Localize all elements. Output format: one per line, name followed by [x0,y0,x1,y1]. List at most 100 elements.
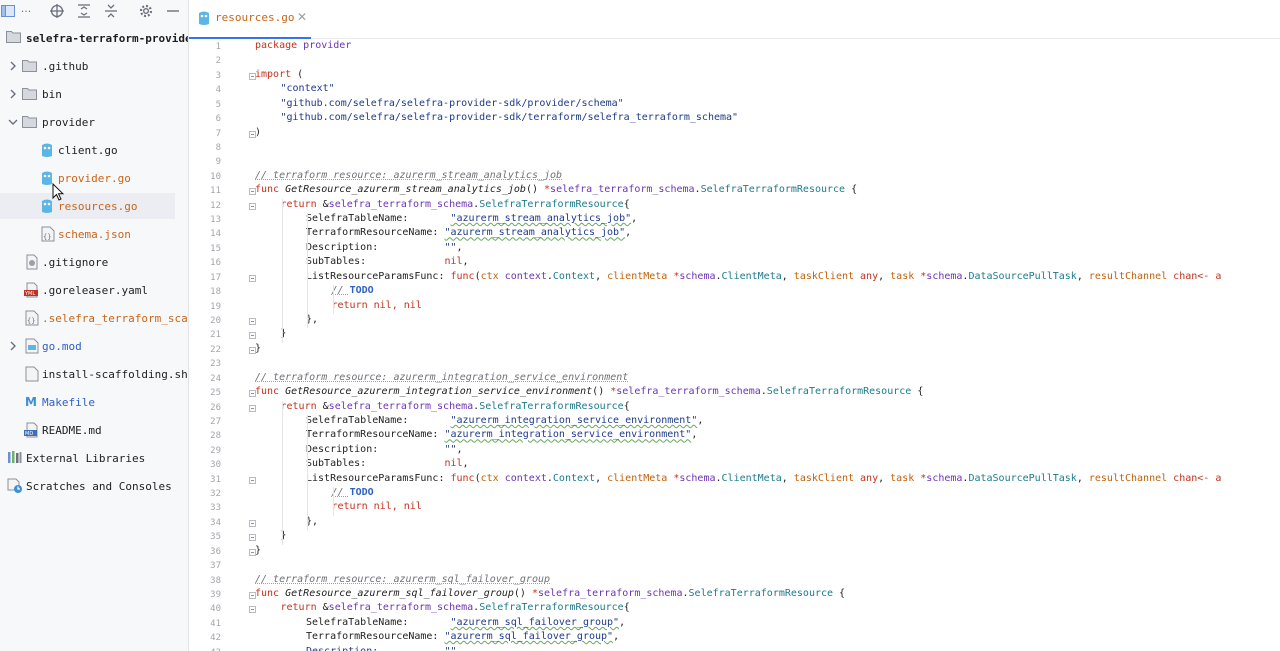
chevron-down-icon[interactable] [8,117,18,127]
fold-marker-icon[interactable] [249,72,256,80]
line-number: 22 [210,344,221,355]
line-number: 26 [210,402,221,413]
line-number: 20 [210,315,221,326]
fold-marker-icon[interactable] [249,188,256,196]
line-number: 10 [210,171,221,182]
go-file-icon [41,142,57,158]
code-line: ListResourceParamsFunc: func(ctx context… [306,270,1222,282]
line-number: 42 [210,633,221,644]
chevron-right-icon[interactable] [8,61,18,71]
tree-item-github[interactable]: .github [0,53,188,79]
line-number: 3 [215,70,221,81]
fold-marker-icon[interactable] [249,274,256,282]
line-number: 23 [210,359,221,370]
line-number: 1 [215,42,221,52]
code-line: "github.com/selefra/selefra-provider-sdk… [280,97,624,109]
fold-marker-icon[interactable] [249,317,256,325]
tree-item-label: External Libraries [26,451,146,465]
library-icon [7,450,23,466]
tree-item-provider-go[interactable]: provider.go [0,165,188,191]
fold-marker-icon[interactable] [249,548,256,556]
line-number: 14 [210,229,221,240]
makefile-icon: M [25,394,41,410]
tree-item-label: Scratches and Consoles [26,479,172,493]
tree-item-label: client.go [58,143,118,157]
mouse-cursor-icon [52,183,64,201]
fold-marker-icon[interactable] [249,332,256,340]
fold-marker-icon[interactable] [249,390,256,398]
code-line: TerraformResourceName: "azurerm_stream_a… [306,227,632,239]
go-file-icon [198,10,214,26]
tree-item-goreleaser[interactable]: YML .goreleaser.yaml [0,277,188,303]
fold-marker-icon[interactable] [249,606,256,614]
more-options-icon[interactable]: ··· [16,2,36,20]
fold-marker-icon[interactable] [249,346,256,354]
code-line: SelefraTableName: "azurerm_sql_failover_… [306,616,626,628]
line-number: 37 [210,561,221,572]
line-number: 32 [210,489,221,500]
project-view-icon[interactable] [0,2,16,20]
hide-panel-icon[interactable] [163,2,183,20]
tree-item-selefra-scaf[interactable]: {} .selefra_terraform_scaf [0,305,188,331]
fold-marker-icon[interactable] [249,519,256,527]
settings-gear-icon[interactable] [136,2,156,20]
tab-resources-go[interactable]: resources.go ✕ [189,0,311,39]
line-number: 30 [210,460,221,471]
tree-item-go-mod[interactable]: go.mod [0,333,188,359]
line-number: 21 [210,330,221,341]
tree-item-bin[interactable]: bin [0,81,188,107]
tree-item-readme[interactable]: MD README.md [0,417,188,443]
line-number: 7 [215,128,221,139]
line-number: 12 [210,200,221,211]
indent-guide [281,400,283,545]
line-number: 24 [210,373,221,384]
code-line: func GetResource_azurerm_sql_failover_gr… [255,587,846,599]
tree-item-label: Makefile [42,395,95,409]
tree-item-label: bin [42,87,62,101]
tree-item-label: resources.go [58,199,138,213]
expand-all-icon[interactable] [74,2,94,20]
chevron-right-icon[interactable] [8,341,18,351]
line-number: 40 [210,604,221,615]
fold-marker-icon[interactable] [249,202,256,210]
tree-item-client-go[interactable]: client.go [0,137,188,163]
locate-file-icon[interactable] [47,2,67,20]
close-icon[interactable]: ✕ [297,10,307,24]
fold-marker-icon[interactable] [249,404,256,412]
line-number: 29 [210,445,221,456]
tree-item-schema-json[interactable]: {} schema.json [0,221,188,247]
tree-item-makefile[interactable]: M Makefile [0,389,188,415]
fold-marker-icon[interactable] [249,130,256,138]
project-root[interactable]: selefra-terraform-provide [0,25,188,51]
line-number: 19 [210,301,221,312]
tree-item-provider[interactable]: provider [0,109,188,135]
code-line: import ( [255,68,304,80]
fold-marker-icon[interactable] [249,534,256,542]
tree-item-label: README.md [42,423,102,437]
editor-tab-bar: resources.go ✕ [189,0,1280,39]
code-editor[interactable]: 1 2 3 4 5 6 7 8 9 10 11 12 13 14 15 16 17 18 19 20 21 22 23 24 2… [189,39,1280,651]
line-number: 39 [210,589,221,600]
scratches-icon [7,478,23,494]
ignore-file-icon [26,254,42,270]
code-line: SelefraTableName: "azurerm_integration_s… [306,414,704,426]
code-line: return &selefra_terraform_schema.Selefra… [280,198,630,210]
collapse-all-icon[interactable] [101,2,121,20]
code-line: TerraformResourceName: "azurerm_integrat… [306,429,698,441]
tree-item-scratches[interactable]: Scratches and Consoles [0,473,188,499]
code-line: Description: "", [306,241,463,253]
line-number: 13 [210,215,221,226]
tree-item-label: .gitignore [42,255,109,269]
json-file-icon: {} [25,310,41,326]
line-number: 5 [215,99,221,110]
chevron-right-icon[interactable] [8,89,18,99]
tree-item-resources-go[interactable]: resources.go [0,193,175,219]
line-number: 11 [210,186,221,197]
tree-item-gitignore[interactable]: .gitignore [0,249,188,275]
fold-marker-icon[interactable] [249,591,256,599]
line-number: 16 [210,258,221,269]
tree-item-external-libraries[interactable]: External Libraries [0,445,188,471]
fold-marker-icon[interactable] [249,476,256,484]
svg-text:{}: {} [27,317,35,325]
tree-item-install-scaffolding[interactable]: install-scaffolding.sh [0,361,188,387]
